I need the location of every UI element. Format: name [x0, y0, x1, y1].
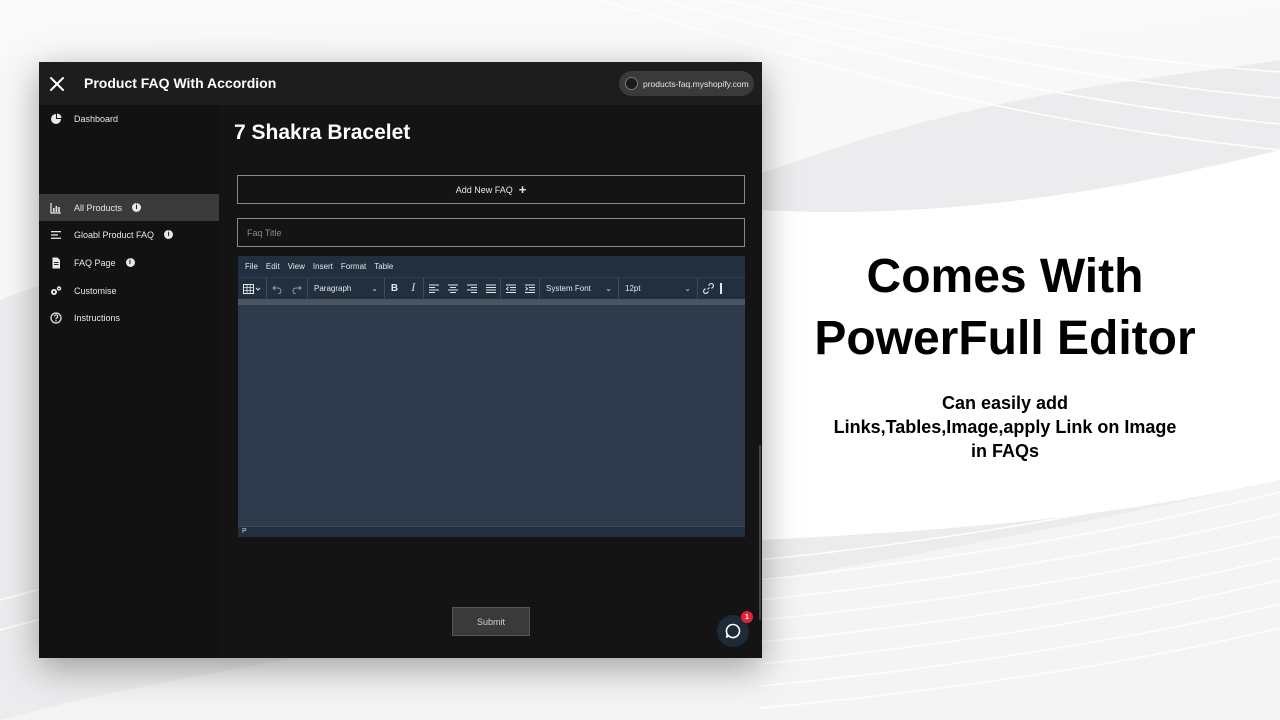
- table-icon: [243, 283, 261, 294]
- info-icon[interactable]: i: [125, 258, 135, 267]
- font-size-value: 12pt: [625, 284, 641, 293]
- sidebar-item-all-products[interactable]: All Products i: [39, 194, 219, 221]
- page-title: 7 Shakra Bracelet: [234, 121, 411, 144]
- notification-badge: 1: [741, 611, 753, 623]
- promo-headline-line: PowerFull Editor: [814, 312, 1196, 365]
- align-center-button[interactable]: [443, 279, 462, 299]
- shop-domain: products-faq.myshopify.com: [643, 78, 749, 89]
- promo-subtext-line: Can easily add: [941, 393, 1069, 413]
- bar-chart-icon: [50, 202, 61, 214]
- italic-icon: I: [411, 283, 416, 294]
- indent-button[interactable]: [520, 279, 539, 299]
- menu-edit[interactable]: Edit: [266, 262, 280, 271]
- menu-insert[interactable]: Insert: [313, 262, 333, 271]
- plus-icon: +: [518, 182, 527, 197]
- align-left-icon: [428, 284, 439, 293]
- bold-icon: B: [390, 283, 399, 294]
- menu-view[interactable]: View: [288, 262, 305, 271]
- table-button[interactable]: [238, 279, 266, 299]
- chevron-down-icon: ⌄: [605, 284, 612, 293]
- chat-icon: [725, 623, 741, 639]
- chevron-down-icon: ⌄: [684, 284, 691, 293]
- shop-domain-pill[interactable]: products-faq.myshopify.com: [619, 71, 754, 96]
- submit-button[interactable]: Submit: [452, 607, 530, 636]
- main-content: 7 Shakra Bracelet Add New FAQ + File Edi…: [220, 105, 762, 658]
- redo-button[interactable]: [287, 279, 307, 299]
- sidebar-item-label: Instructions: [74, 312, 121, 323]
- editor-content-area[interactable]: [238, 305, 745, 526]
- toolbar-overflow-icon: [720, 283, 722, 294]
- scrollbar[interactable]: [759, 445, 761, 620]
- outdent-icon: [505, 284, 516, 293]
- indent-icon: [524, 284, 535, 293]
- list-icon: [51, 230, 61, 239]
- add-new-faq-label: Add New FAQ: [455, 184, 513, 195]
- italic-button[interactable]: I: [404, 279, 423, 299]
- pie-chart-icon: [51, 113, 62, 124]
- sidebar-item-label: Customise: [74, 285, 117, 296]
- align-left-button[interactable]: [424, 279, 443, 299]
- sidebar-item-faq-page[interactable]: FAQ Page i: [39, 249, 219, 276]
- block-format-select[interactable]: Paragraph ⌄: [308, 279, 384, 299]
- sidebar-item-label: FAQ Page: [74, 257, 116, 268]
- menu-format[interactable]: Format: [341, 262, 366, 271]
- editor-menubar: File Edit View Insert Format Table: [238, 256, 745, 277]
- font-family-select[interactable]: System Font ⌄: [540, 279, 618, 299]
- sidebar-item-customise[interactable]: Customise: [39, 277, 219, 304]
- faq-title-input[interactable]: [237, 218, 745, 247]
- promo-headline-line: Comes With: [866, 250, 1144, 303]
- align-justify-icon: [485, 284, 496, 293]
- document-icon: [52, 257, 60, 268]
- rich-text-editor: File Edit View Insert Format Table Parag…: [238, 256, 745, 537]
- align-right-icon: [466, 284, 477, 293]
- sidebar: Dashboard All Products i Gloabl Product …: [39, 105, 219, 658]
- promo-subtext: Can easily add Links,Tables,Image,apply …: [790, 391, 1220, 463]
- redo-icon: [292, 285, 302, 294]
- top-bar: Product FAQ With Accordion products-faq.…: [39, 62, 762, 105]
- sidebar-item-label: Gloabl Product FAQ: [74, 229, 155, 240]
- add-new-faq-button[interactable]: Add New FAQ +: [237, 175, 745, 204]
- align-right-button[interactable]: [462, 279, 481, 299]
- chevron-down-icon: ⌄: [371, 284, 378, 293]
- undo-icon: [272, 285, 282, 294]
- promo-subtext-line: in FAQs: [970, 441, 1039, 461]
- close-icon: [50, 77, 64, 91]
- outdent-button[interactable]: [501, 279, 520, 299]
- align-justify-button[interactable]: [481, 279, 500, 299]
- promo-headline: Comes With PowerFull Editor: [790, 246, 1220, 370]
- menu-file[interactable]: File: [245, 262, 258, 271]
- gears-icon: [51, 285, 62, 295]
- more-toolbar-button[interactable]: [718, 279, 724, 299]
- app-window: Product FAQ With Accordion products-faq.…: [39, 62, 762, 658]
- sidebar-item-label: Dashboard: [74, 113, 119, 124]
- sidebar-item-instructions[interactable]: Instructions: [39, 304, 219, 331]
- app-title: Product FAQ With Accordion: [84, 75, 277, 91]
- close-button[interactable]: [47, 74, 67, 94]
- info-icon[interactable]: i: [132, 203, 142, 212]
- link-icon: [702, 283, 714, 294]
- font-family-value: System Font: [546, 284, 591, 293]
- block-format-value: Paragraph: [314, 284, 352, 293]
- chat-button[interactable]: 1: [717, 611, 753, 647]
- insert-link-button[interactable]: [698, 279, 718, 299]
- question-circle-icon: [50, 311, 62, 324]
- font-size-select[interactable]: 12pt ⌄: [619, 279, 697, 299]
- sidebar-item-label: All Products: [74, 202, 123, 213]
- bold-button[interactable]: B: [385, 279, 404, 299]
- promo-subtext-line: Links,Tables,Image,apply Link on Image: [833, 417, 1177, 437]
- undo-button[interactable]: [267, 279, 287, 299]
- sidebar-item-dashboard[interactable]: Dashboard: [39, 105, 219, 132]
- menu-table[interactable]: Table: [374, 262, 393, 271]
- editor-toolbar: Paragraph ⌄ B I System Font ⌄ 12pt ⌄: [238, 277, 745, 300]
- align-center-icon: [447, 284, 458, 293]
- editor-statusbar: P: [238, 526, 745, 537]
- sidebar-item-global-product-faq[interactable]: Gloabl Product FAQ i: [39, 221, 219, 248]
- avatar: [625, 77, 638, 90]
- info-icon[interactable]: i: [164, 230, 174, 239]
